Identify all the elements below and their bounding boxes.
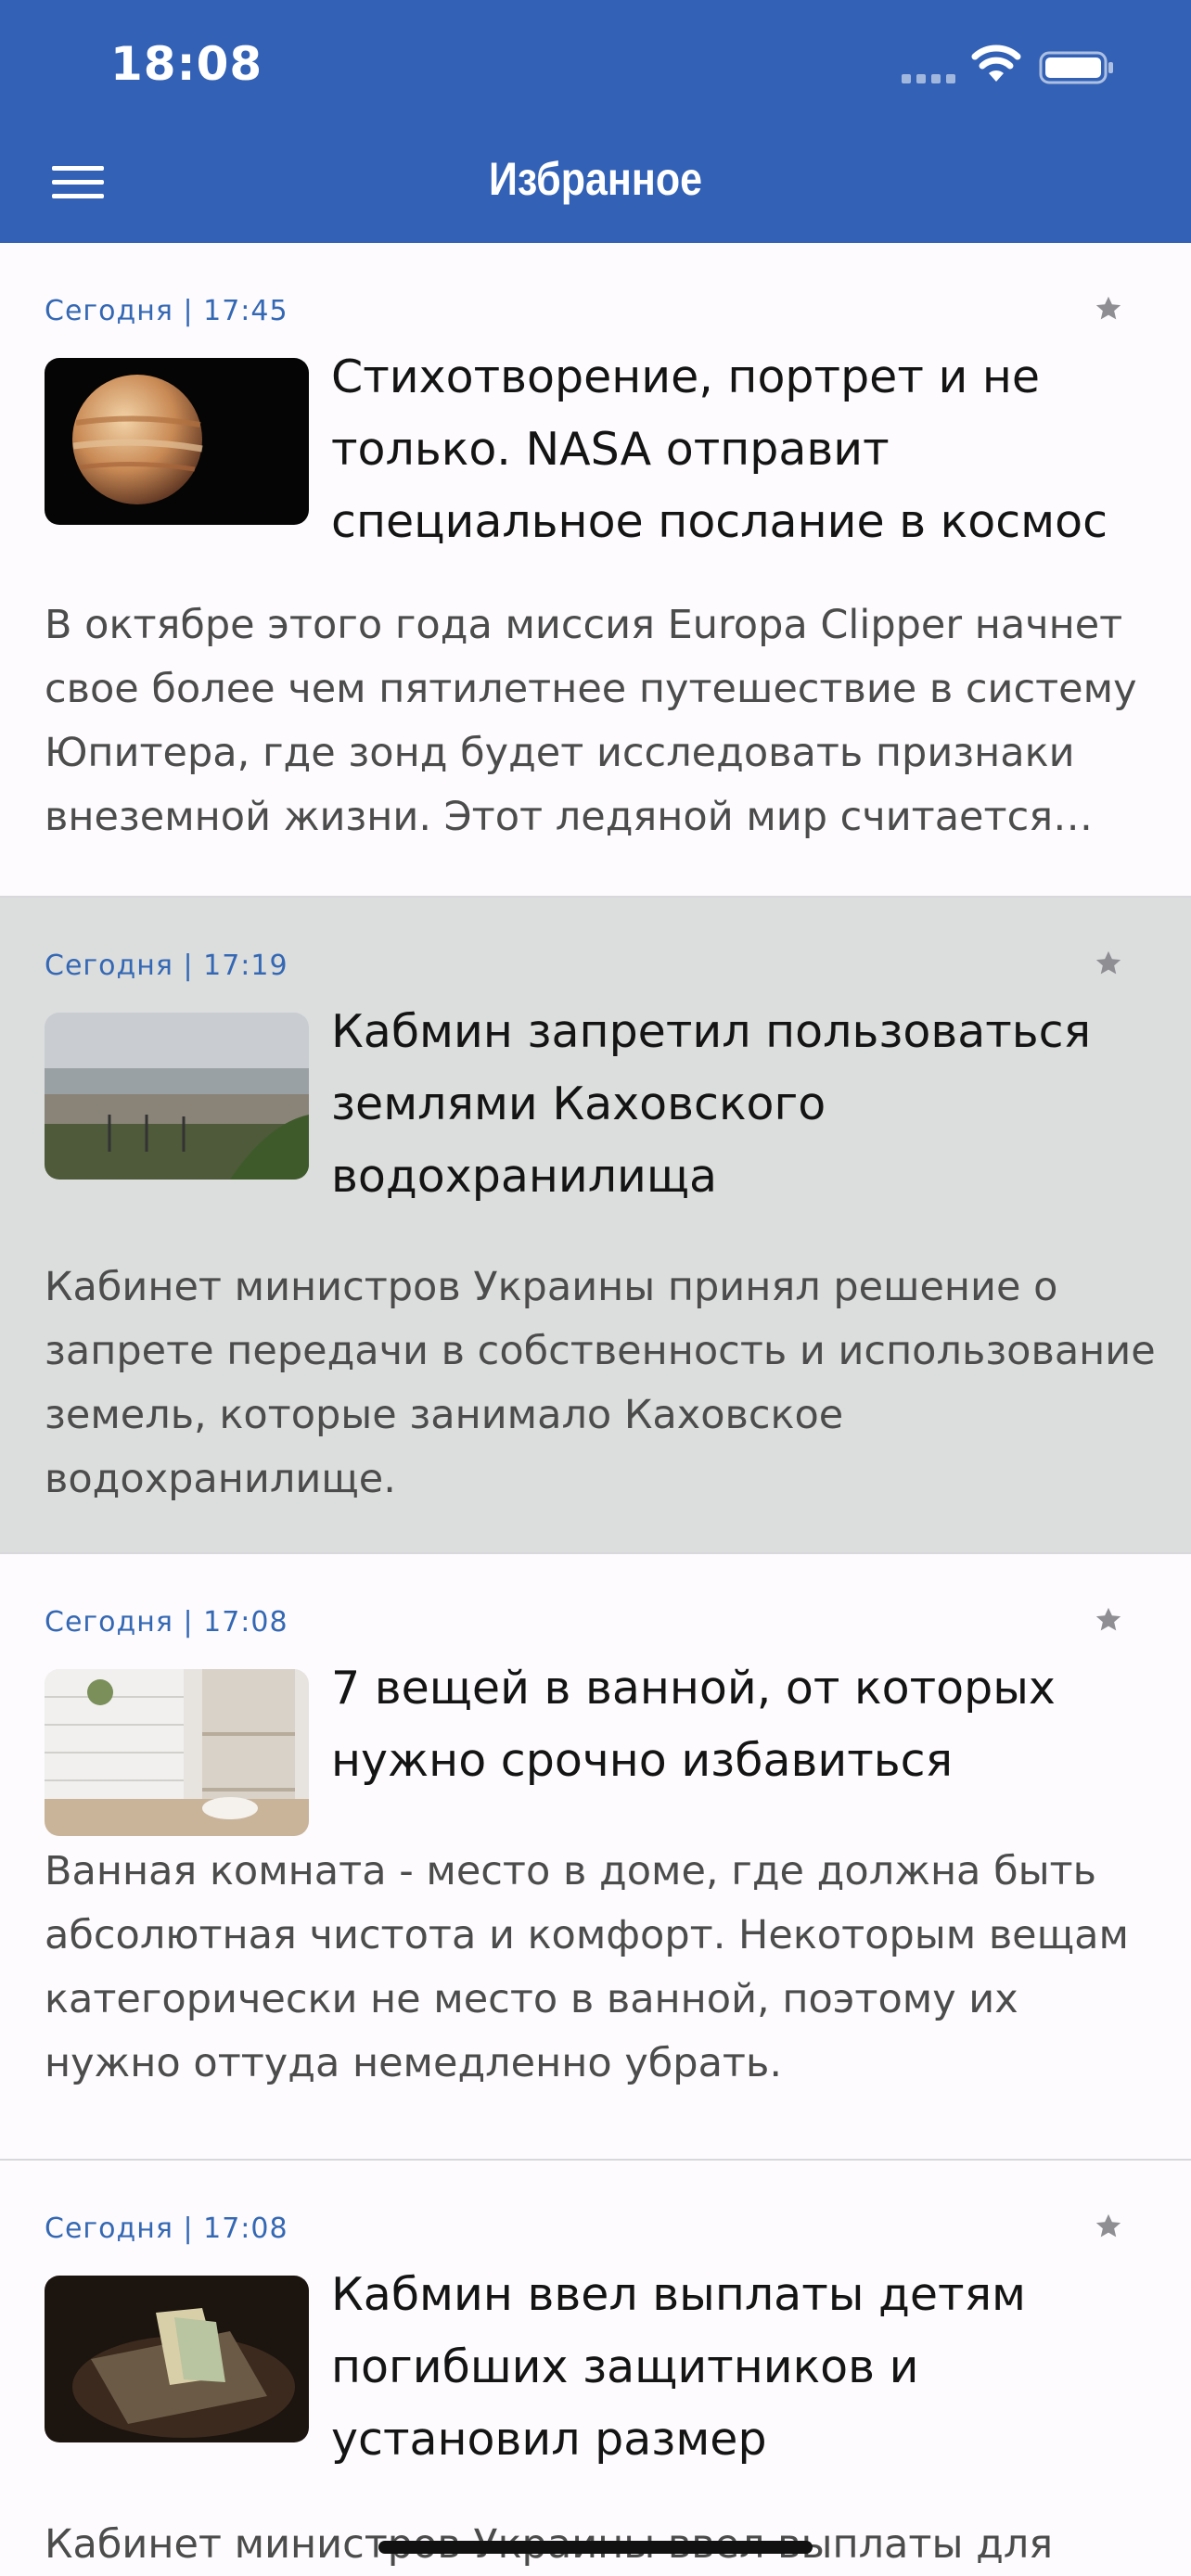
article-date: Сегодня | 17:19 bbox=[45, 950, 288, 982]
article-item[interactable]: Сегодня | 17:45 Стихотворение, портрет и… bbox=[0, 243, 1191, 898]
article-item[interactable]: Сегодня | 17:19 Кабмин запретил пользова… bbox=[0, 898, 1191, 1554]
cellular-signal-icon bbox=[902, 74, 955, 83]
article-item[interactable]: Сегодня | 17:08 7 вещей в ванной, от кот… bbox=[0, 1554, 1191, 2161]
favorite-star-icon[interactable] bbox=[1095, 950, 1122, 977]
article-date: Сегодня | 17:08 bbox=[45, 1606, 288, 1639]
app-header: 18:08 Избранное bbox=[0, 0, 1191, 243]
article-lead: Кабинет министров Украины принял решение… bbox=[45, 1264, 1156, 1502]
article-date: Сегодня | 17:45 bbox=[45, 295, 288, 327]
article-title: 7 вещей в ванной, от которых нужно срочн… bbox=[331, 1662, 1056, 1787]
article-item[interactable]: Сегодня | 17:08 Кабмин ввел выплаты детя… bbox=[0, 2161, 1191, 2576]
article-thumbnail[interactable] bbox=[45, 2276, 309, 2442]
article-title: Кабмин ввел выплаты детям погибших защит… bbox=[331, 2268, 1027, 2466]
favorite-star-icon[interactable] bbox=[1095, 1606, 1122, 1634]
article-thumbnail[interactable] bbox=[45, 1013, 309, 1180]
article-lead: В октябре этого года миссия Europa Clipp… bbox=[45, 602, 1137, 840]
article-lead: Ванная комната - место в доме, где должн… bbox=[45, 1848, 1129, 2086]
home-indicator[interactable] bbox=[378, 2541, 813, 2554]
app-screen: 18:08 Избранное Сегодня | 17:45 Стихотво… bbox=[0, 0, 1191, 2576]
wifi-icon bbox=[971, 45, 1021, 82]
article-title: Стихотворение, портрет и не только. NASA… bbox=[331, 351, 1108, 548]
battery-icon bbox=[1039, 51, 1113, 84]
article-title: Кабмин запретил пользоваться землями Ках… bbox=[331, 1005, 1092, 1203]
article-thumbnail[interactable] bbox=[45, 358, 309, 525]
article-thumbnail[interactable] bbox=[45, 1669, 309, 1836]
favorite-star-icon[interactable] bbox=[1095, 2213, 1122, 2240]
page-title: Избранное bbox=[488, 153, 703, 205]
article-date: Сегодня | 17:08 bbox=[45, 2213, 288, 2245]
favorite-star-icon[interactable] bbox=[1095, 295, 1122, 323]
status-time: 18:08 bbox=[110, 37, 263, 91]
